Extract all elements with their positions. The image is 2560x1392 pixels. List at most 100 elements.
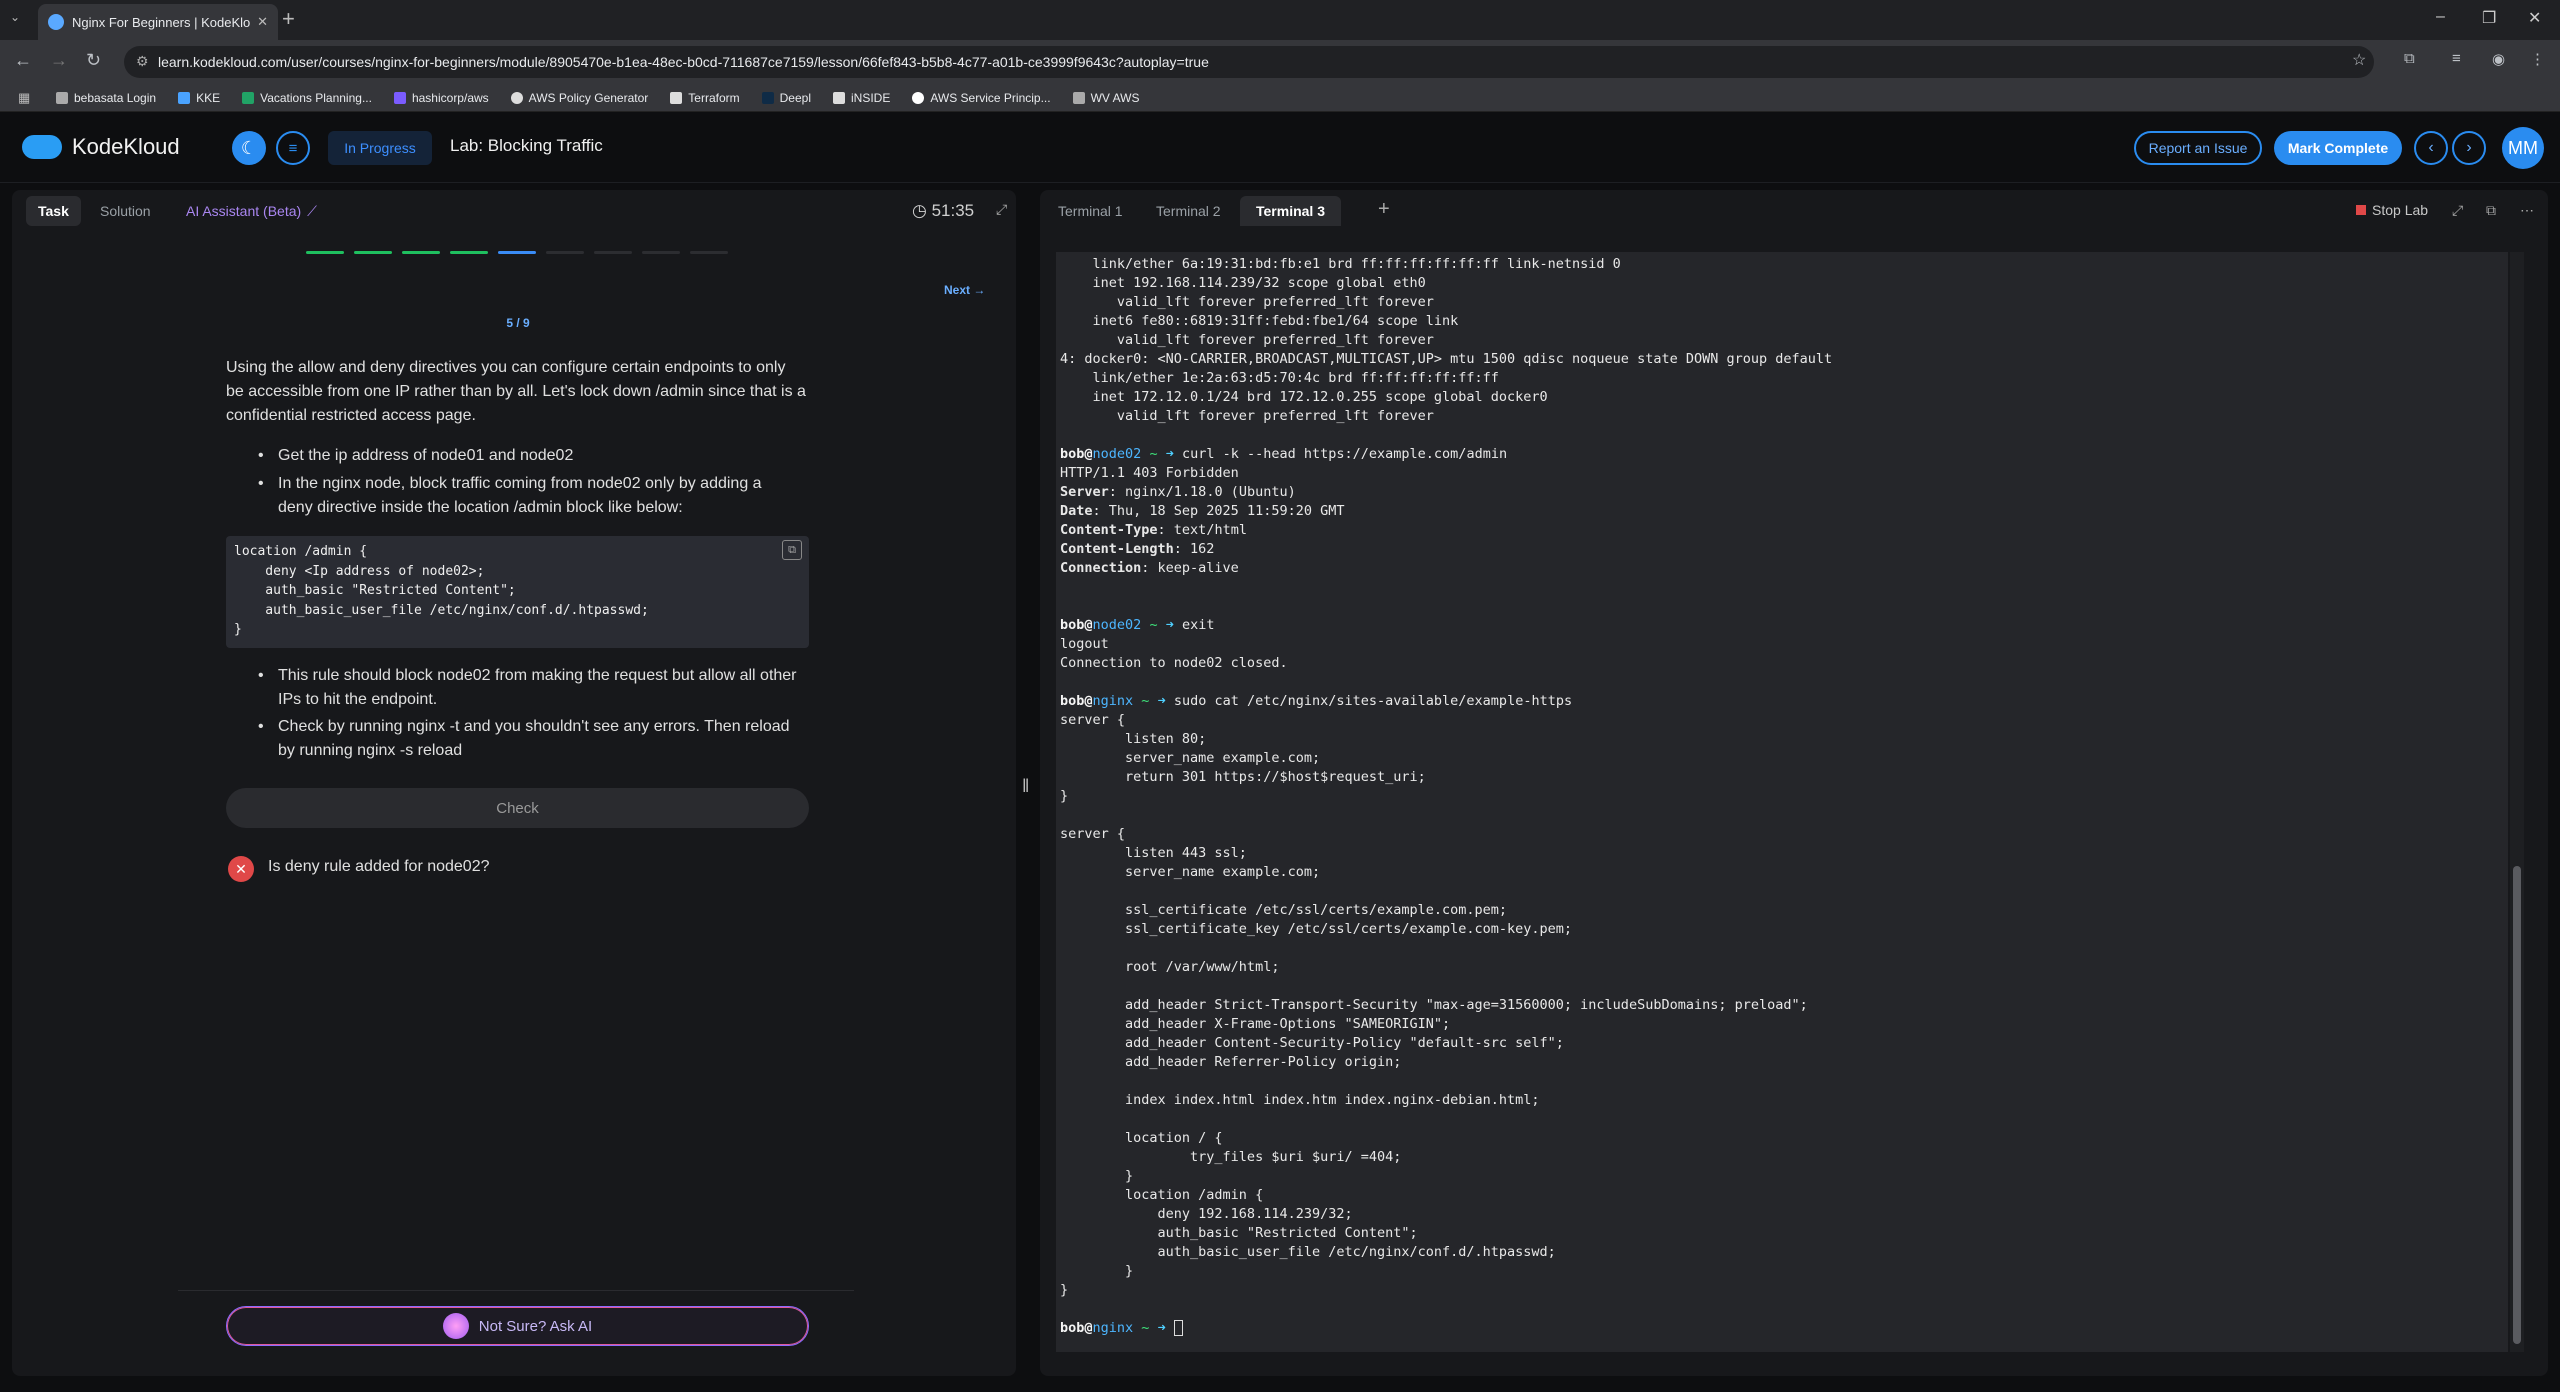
terminal-line: auth_basic_user_file /etc/nginx/conf.d/.… xyxy=(1060,1244,1556,1260)
bookmark-item[interactable]: WV AWS xyxy=(1072,91,1139,105)
chrome-menu-icon[interactable]: ⋮ xyxy=(2530,50,2545,68)
window-close-icon[interactable]: ✕ xyxy=(2528,8,2541,28)
terminal-line: server_name example.com; xyxy=(1060,750,1321,766)
back-icon[interactable]: ← xyxy=(14,50,32,71)
tab-terminal-3[interactable]: Terminal 3 xyxy=(1240,196,1341,226)
code-block: location /admin { deny <Ip address of no… xyxy=(226,536,809,648)
browser-tab[interactable]: Nginx For Beginners | KodeKlou ✕ xyxy=(38,4,278,40)
terminal-line: server { xyxy=(1060,712,1126,728)
more-icon[interactable]: ⋯ xyxy=(2520,202,2534,219)
terminal-line: deny 192.168.114.239/32; xyxy=(1060,1206,1353,1222)
terminal-line: ssl_certificate_key /etc/ssl/certs/examp… xyxy=(1060,921,1573,937)
list-item: Check by running nginx -t and you should… xyxy=(258,715,798,763)
add-terminal-icon[interactable]: + xyxy=(1378,198,1390,221)
terminal-line: valid_lft forever preferred_lft forever xyxy=(1060,332,1434,348)
expand-icon[interactable]: ⤢ xyxy=(996,201,1007,218)
bookmark-item[interactable]: iNSIDE xyxy=(832,91,890,105)
ask-ai-button[interactable]: Not Sure? Ask AI xyxy=(226,1306,809,1346)
progress-segment xyxy=(546,251,584,254)
report-issue-button[interactable]: Report an Issue xyxy=(2134,131,2262,165)
apps-icon[interactable]: ▦ xyxy=(18,90,30,106)
expand-icon[interactable]: ⤢ xyxy=(2452,202,2463,219)
bookmark-favicon-icon xyxy=(56,91,68,104)
terminal-line: link/ether 6a:19:31:bd:fb:e1 brd ff:ff:f… xyxy=(1060,256,1621,272)
check-button[interactable]: Check xyxy=(226,788,809,828)
media-icon[interactable]: ≡ xyxy=(2452,50,2461,67)
bookmark-star-icon[interactable]: ☆ xyxy=(2352,50,2366,70)
list-item: This rule should block node02 from makin… xyxy=(258,664,798,712)
progress-segment xyxy=(594,251,632,254)
terminal-line: return 301 https://$host$request_uri; xyxy=(1060,769,1426,785)
tab-search-icon[interactable]: ⌄ xyxy=(10,10,20,24)
kodekloud-logo[interactable]: KodeKloud xyxy=(22,134,180,160)
bookmark-item[interactable]: KKE xyxy=(178,91,220,105)
extensions-icon[interactable]: ⧉ xyxy=(2404,50,2415,67)
bookmark-item[interactable]: hashicorp/aws xyxy=(393,91,489,105)
progress-segment xyxy=(354,251,392,254)
tab-ai-assistant[interactable]: AI Assistant (Beta) ⟋ xyxy=(174,196,329,226)
tab-close-icon[interactable]: ✕ xyxy=(257,14,268,30)
menu-icon[interactable]: ≡ xyxy=(276,131,310,165)
bookmark-item[interactable]: bebasata Login xyxy=(56,91,156,105)
bookmark-favicon-icon xyxy=(178,91,191,104)
terminal-output[interactable]: link/ether 6a:19:31:bd:fb:e1 brd ff:ff:f… xyxy=(1056,252,2508,1352)
bookmark-item[interactable]: AWS Service Princip... xyxy=(912,91,1051,105)
terminal-line: } xyxy=(1060,1263,1134,1279)
divider xyxy=(178,1290,854,1291)
terminal-line: Connection: keep-alive xyxy=(1060,560,1239,576)
terminal-line: server_name example.com; xyxy=(1060,864,1321,880)
tab-terminal-2[interactable]: Terminal 2 xyxy=(1140,196,1237,226)
copy-icon[interactable]: ⧉ xyxy=(782,540,802,560)
fail-icon: ✕ xyxy=(228,856,254,882)
restore-icon[interactable]: ❐ xyxy=(2482,8,2496,28)
terminal-line: inet 192.168.114.239/32 scope global eth… xyxy=(1060,275,1426,291)
browser-tab-bar xyxy=(0,0,2560,40)
scrollbar-thumb[interactable] xyxy=(2513,866,2521,1344)
bookmark-item[interactable]: AWS Policy Generator xyxy=(510,91,648,105)
address-bar[interactable]: ⚙ learn.kodekloud.com/user/courses/nginx… xyxy=(124,46,2374,78)
next-question-button[interactable]: Next → xyxy=(944,283,985,297)
terminal-line: HTTP/1.1 403 Forbidden xyxy=(1060,465,1239,481)
terminal-line: } xyxy=(1060,1168,1134,1184)
stopwatch-icon: ◷ xyxy=(912,201,927,220)
popout-icon[interactable]: ⧉ xyxy=(2486,202,2496,219)
terminal-cursor[interactable] xyxy=(1173,1320,1183,1336)
mark-complete-button[interactable]: Mark Complete xyxy=(2274,131,2402,165)
theme-toggle-icon[interactable]: ☾ xyxy=(232,131,266,165)
terminal-line: link/ether 1e:2a:63:d5:70:4c brd ff:ff:f… xyxy=(1060,370,1499,386)
terminal-line: index index.html index.htm index.nginx-d… xyxy=(1060,1092,1540,1108)
avatar[interactable]: MM xyxy=(2502,127,2544,169)
bookmark-item[interactable]: Terraform xyxy=(670,91,740,105)
minimize-icon[interactable]: – xyxy=(2436,8,2445,26)
lab-title: Lab: Blocking Traffic xyxy=(450,136,603,155)
site-info-icon[interactable]: ⚙ xyxy=(136,53,149,70)
prev-lesson-button[interactable]: ‹ xyxy=(2414,131,2448,165)
profile-icon[interactable]: ◉ xyxy=(2492,50,2505,68)
terminal-line: ssl_certificate /etc/ssl/certs/example.c… xyxy=(1060,902,1508,918)
deepl-icon xyxy=(761,91,774,104)
bookmark-item[interactable]: Deepl xyxy=(761,91,811,105)
terminal-line: listen 443 ssl; xyxy=(1060,845,1247,861)
next-lesson-button[interactable]: › xyxy=(2452,131,2486,165)
stop-lab-button[interactable]: Stop Lab xyxy=(2356,202,2428,218)
resize-handle[interactable]: ‖ xyxy=(1022,776,1029,797)
reload-icon[interactable]: ↻ xyxy=(86,50,101,71)
progress-segment xyxy=(402,251,440,254)
tab-terminal-1[interactable]: Terminal 1 xyxy=(1042,196,1139,226)
tab-title: Nginx For Beginners | KodeKlou xyxy=(72,14,252,30)
new-tab-icon[interactable]: + xyxy=(282,6,295,32)
terminal-prompt-line: bob@nginx ~ ➜ sudo cat /etc/nginx/sites-… xyxy=(1060,693,1573,709)
tab-task[interactable]: Task xyxy=(26,196,81,226)
terraform-icon xyxy=(670,91,683,104)
progress-segment xyxy=(306,251,344,254)
bookmarks-bar: ▦ bebasata Login KKE Vacations Planning.… xyxy=(0,84,2560,112)
bookmark-item[interactable]: Vacations Planning... xyxy=(242,91,372,105)
terminal-line: add_header Strict-Transport-Security "ma… xyxy=(1060,997,1808,1013)
tab-solution[interactable]: Solution xyxy=(88,196,163,226)
forward-icon[interactable]: → xyxy=(50,50,68,71)
